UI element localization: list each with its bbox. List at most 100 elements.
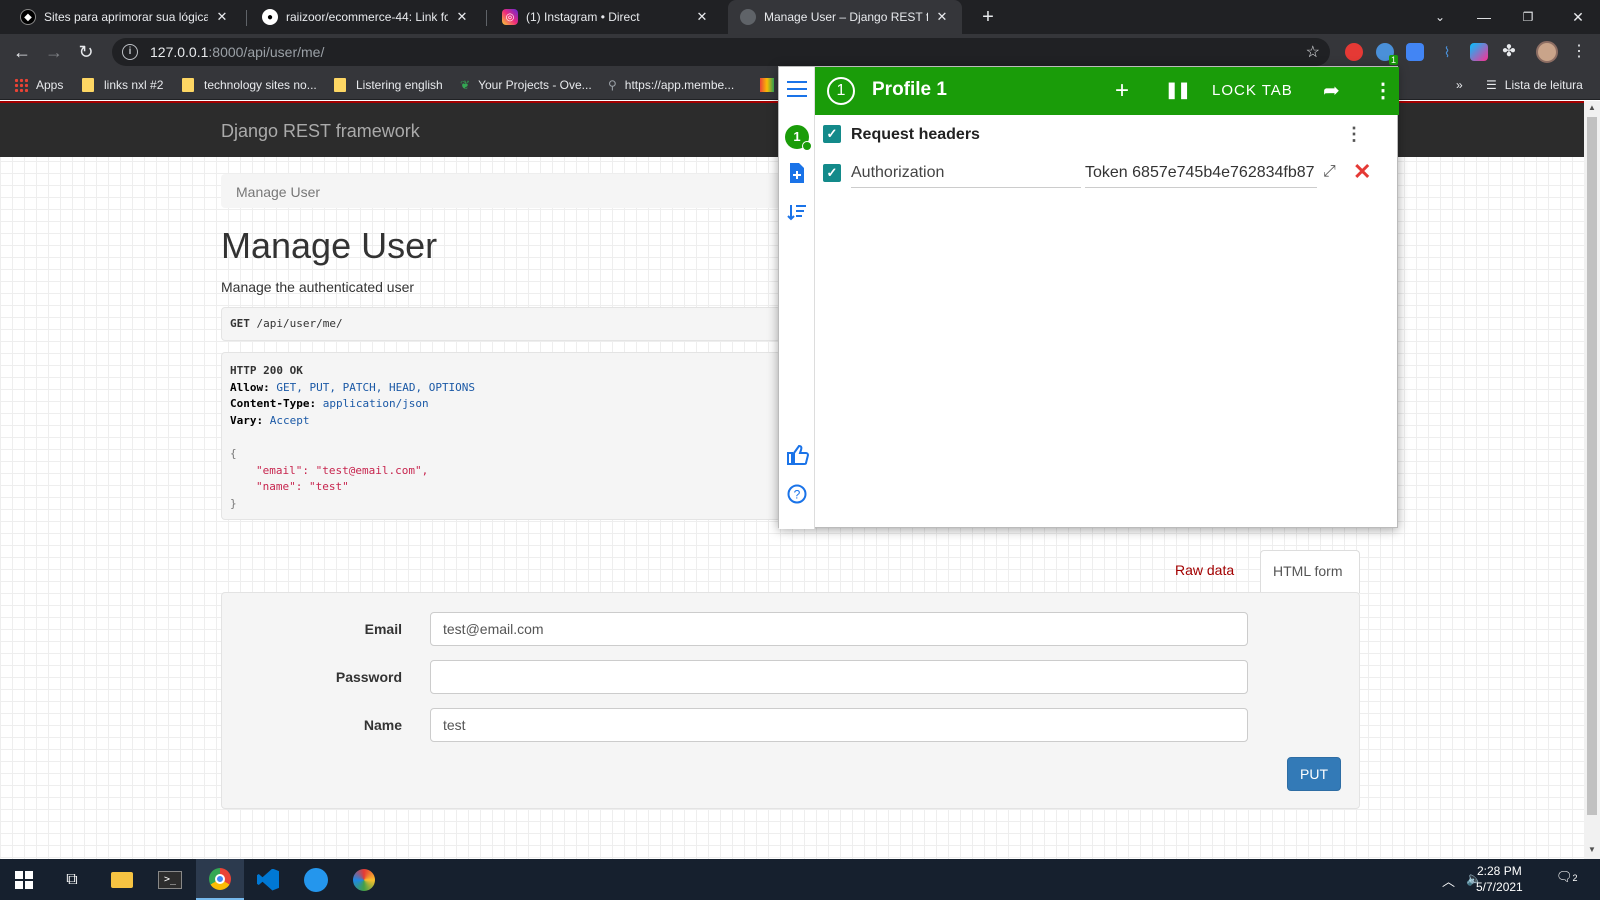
leaf-icon: ❦ [460, 78, 471, 92]
reading-list[interactable]: ☰ Lista de leitura [1486, 76, 1583, 94]
header-value: application/json [322, 397, 429, 411]
more-options-icon[interactable]: ⋮ [1373, 79, 1393, 103]
browser-tab[interactable]: ◎ (1) Instagram • Direct ✕ [490, 0, 722, 34]
tab-raw-data[interactable]: Raw data [1167, 550, 1242, 592]
modheader-extension-icon[interactable]: 1 [1376, 43, 1398, 65]
name-label: Name [363, 717, 402, 733]
restore-button[interactable]: ❐ [1506, 0, 1550, 34]
name-field[interactable] [430, 708, 1248, 742]
bookmark-star-icon[interactable]: ☆ [1306, 42, 1320, 62]
browser-toolbar: ← → ↻ i 127.0.0.1 :8000/api/user/me/ ☆ 1… [0, 34, 1600, 70]
password-field[interactable] [430, 660, 1248, 694]
github-icon: ● [262, 9, 278, 25]
folder-icon [82, 78, 94, 92]
url-path: :8000/api/user/me/ [208, 44, 325, 60]
thumbs-up-icon[interactable] [787, 444, 810, 467]
breadcrumb-item[interactable]: Manage User [236, 184, 320, 200]
close-tab-icon[interactable]: ✕ [214, 9, 230, 25]
bookmark-folder[interactable]: Listering english [334, 76, 443, 94]
bookmark-link[interactable]: ❦ Your Projects - Ove... [460, 76, 592, 94]
section-menu-icon[interactable]: ⋮ [1345, 125, 1363, 143]
task-view-icon[interactable]: ⧉ [48, 859, 96, 900]
site-info-icon[interactable]: i [122, 44, 138, 60]
chrome-menu-icon[interactable]: ⋮ [1570, 43, 1588, 61]
extension-red-icon[interactable] [1345, 43, 1363, 61]
header-value-input[interactable]: Token 6857e745b4e762834fb87 [1085, 162, 1317, 188]
password-label: Password [335, 669, 402, 685]
tab-html-form[interactable]: HTML form [1260, 550, 1360, 593]
apps-grid-icon [14, 78, 28, 92]
notifications-icon[interactable]: 🗨2 [1556, 869, 1578, 885]
hamburger-menu-icon[interactable] [787, 81, 807, 97]
clock[interactable]: 2:28 PM 5/7/2021 [1476, 863, 1523, 895]
minimize-button[interactable]: — [1462, 0, 1506, 34]
tray-chevron-icon[interactable]: ︿ [1442, 871, 1455, 890]
put-form: Email Password Name PUT [221, 592, 1360, 809]
extensions-puzzle-icon[interactable]: ✤ [1500, 43, 1518, 61]
forward-icon[interactable]: → [42, 40, 66, 64]
header-name-input[interactable]: Authorization [851, 162, 1081, 188]
header-value: GET, PUT, PATCH, HEAD, OPTIONS [276, 380, 476, 394]
request-headers-checkbox[interactable]: ✓ [823, 125, 841, 143]
color-extension-icon[interactable] [1470, 43, 1488, 61]
terminal-icon[interactable]: >_ [146, 859, 194, 900]
add-icon[interactable]: + [1115, 79, 1129, 103]
folder-icon [182, 78, 194, 92]
header-key: Vary: [230, 414, 264, 428]
bookmarks-overflow[interactable]: » [1456, 76, 1463, 94]
scroll-down-icon[interactable]: ▼ [1587, 845, 1597, 854]
folder-icon [334, 78, 346, 92]
scroll-up-icon[interactable]: ▲ [1587, 103, 1597, 112]
browser-tab[interactable]: ◆ Sites para aprimorar sua lógica d ✕ [8, 0, 242, 34]
translate-extension-icon[interactable] [1406, 43, 1424, 61]
close-window-button[interactable]: ✕ [1556, 0, 1600, 34]
email-field[interactable] [430, 612, 1248, 646]
expand-icon[interactable]: ⤢ [1323, 163, 1336, 181]
wave-extension-icon[interactable]: ⌇ [1438, 43, 1456, 61]
reload-icon[interactable]: ↻ [74, 40, 98, 64]
browser-tab[interactable]: ● raiizoor/ecommerce-44: Link for ✕ [250, 0, 482, 34]
profile-avatar[interactable] [1536, 41, 1558, 63]
bookmark-folder[interactable]: links nxl #2 [82, 76, 163, 94]
close-tab-icon[interactable]: ✕ [454, 9, 470, 25]
bookmark-apps[interactable]: Apps [14, 76, 63, 94]
paint-icon[interactable] [340, 859, 388, 900]
colorful-bookmark-icon [760, 78, 774, 92]
header-enable-checkbox[interactable]: ✓ [823, 164, 841, 182]
delete-header-icon[interactable]: ✕ [1353, 159, 1371, 185]
windows-start-icon[interactable] [0, 859, 48, 900]
bookmark-folder[interactable]: technology sites no... [182, 76, 317, 94]
share-icon[interactable]: ➦ [1323, 79, 1340, 103]
back-icon[interactable]: ← [10, 40, 34, 64]
add-file-icon[interactable] [787, 163, 807, 185]
header-key: Allow: [230, 380, 270, 394]
profile-name[interactable]: Profile 1 [872, 79, 947, 101]
bookmark-link[interactable]: ⚲ https://app.membe... [608, 76, 734, 94]
section-title: Request headers [851, 126, 980, 143]
profile-header: 1 Profile 1 + ❚❚ LOCK TAB ➦ ⋮ [815, 67, 1399, 115]
put-button[interactable]: PUT [1287, 757, 1341, 791]
chrome-taskbar-icon[interactable] [196, 859, 244, 900]
tab-separator [246, 10, 247, 26]
profile-number[interactable]: 1 [827, 77, 855, 105]
close-tab-icon[interactable]: ✕ [934, 9, 950, 25]
vscode-icon[interactable] [244, 859, 292, 900]
drf-brand-link[interactable]: Django REST framework [221, 121, 420, 142]
address-bar[interactable]: i 127.0.0.1 :8000/api/user/me/ ☆ [112, 38, 1330, 66]
response-info: HTTP 200 OK Allow: GET, PUT, PATCH, HEAD… [221, 352, 781, 520]
scrollbar-thumb[interactable] [1587, 117, 1597, 815]
close-tab-icon[interactable]: ✕ [694, 9, 710, 25]
profile-badge[interactable]: 1 [785, 125, 812, 151]
docker-icon[interactable] [292, 859, 340, 900]
new-tab-button[interactable]: + [975, 4, 1001, 30]
lock-tab-button[interactable]: LOCK TAB [1212, 82, 1293, 99]
sort-icon[interactable] [787, 203, 807, 225]
json-key: "email": [256, 463, 309, 477]
request-path: /api/user/me/ [256, 317, 343, 330]
help-icon[interactable]: ? [787, 484, 807, 506]
tab-search-icon[interactable]: ⌄ [1418, 0, 1462, 34]
browser-tab-active[interactable]: Manage User – Django REST fran ✕ [728, 0, 962, 34]
file-explorer-icon[interactable] [98, 859, 146, 900]
pause-icon[interactable]: ❚❚ [1165, 79, 1191, 103]
page-scrollbar[interactable]: ▲ ▼ [1584, 101, 1600, 859]
